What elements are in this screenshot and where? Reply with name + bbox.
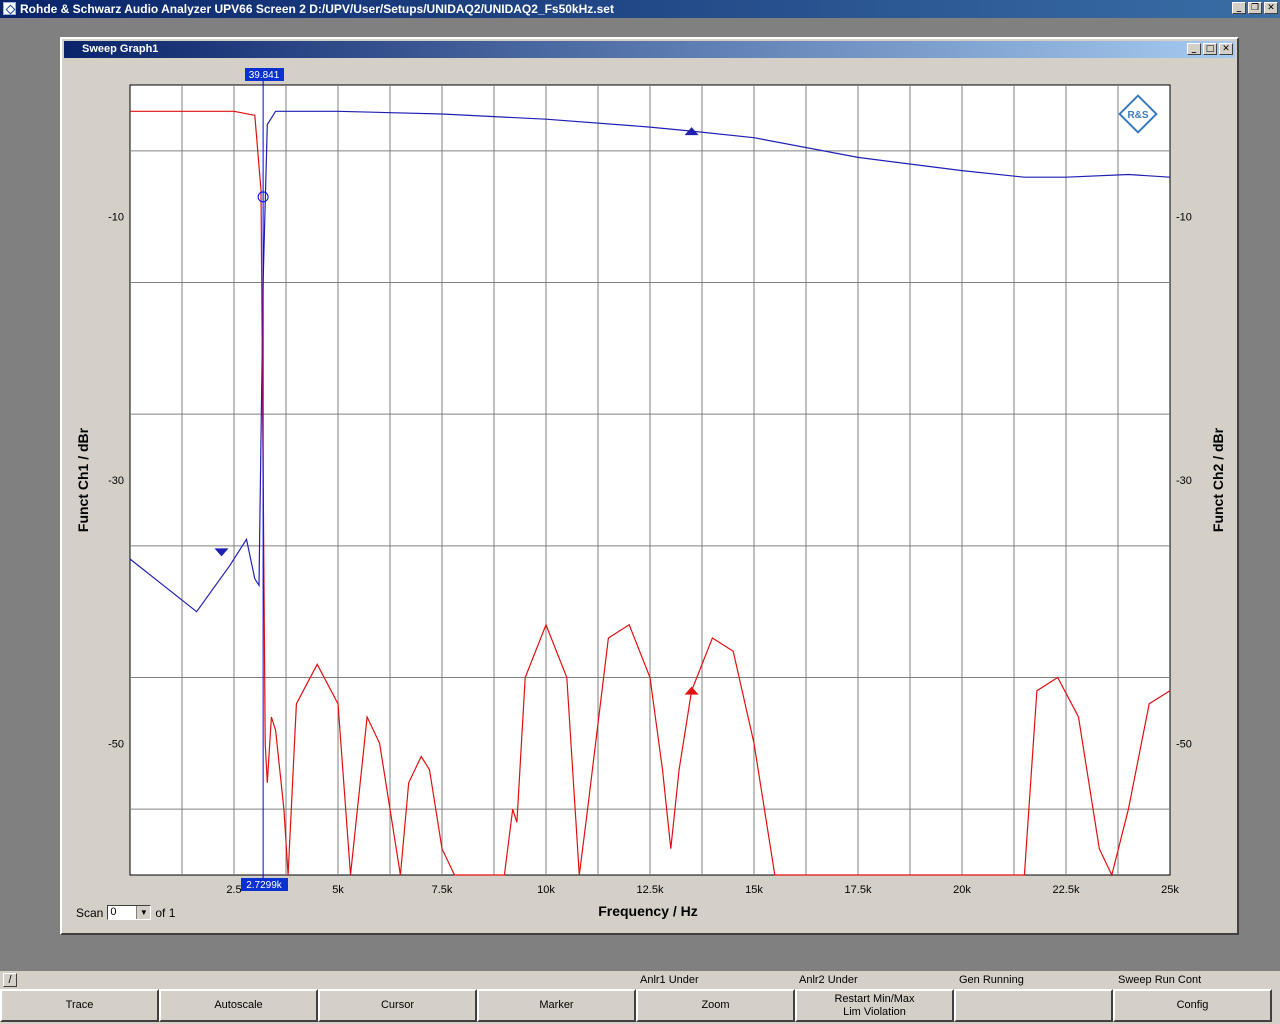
- empty-softkey[interactable]: [954, 989, 1113, 1022]
- x-tick-label: 22.5k: [1053, 884, 1080, 896]
- marker-button[interactable]: Marker: [477, 989, 636, 1022]
- x-axis-ticks: 2.5 5k 7.5k 10k 12.5k 15k 17.5k 20k 22.5k 25k: [226, 884, 1179, 896]
- restart-minmax-button[interactable]: Restart Min/Max Lim Violation: [795, 989, 954, 1022]
- y-tick-label-left: -50: [108, 738, 124, 750]
- x-tick-label: 10k: [537, 884, 555, 896]
- chevron-down-icon[interactable]: ▼: [136, 906, 151, 919]
- y-tick-label-left: -10: [108, 212, 124, 224]
- status-anlr2: Anlr2 Under: [799, 974, 858, 986]
- x-tick-label: 17.5k: [845, 884, 872, 896]
- status-sweep: Sweep Run Cont: [1118, 974, 1202, 986]
- zoom-button[interactable]: Zoom: [636, 989, 795, 1022]
- trace-button[interactable]: Trace: [0, 989, 159, 1022]
- y-tick-label-right: -30: [1176, 475, 1192, 487]
- status-anlr1: Anlr1 Under: [640, 974, 699, 986]
- y-tick-label-right: -50: [1176, 738, 1192, 750]
- scan-value: 0: [110, 906, 117, 918]
- x-tick-label: 7.5k: [432, 884, 453, 896]
- y-tick-label-right: -10: [1176, 212, 1192, 224]
- x-axis-label: Frequency / Hz: [598, 903, 698, 919]
- x-tick-label: 15k: [745, 884, 763, 896]
- y-tick-label-left: -30: [108, 475, 124, 487]
- scan-select[interactable]: 0 ▼: [107, 905, 152, 920]
- x-tick-label: 12.5k: [637, 884, 664, 896]
- y-axis-label-right: Funct Ch2 / dBr: [1210, 427, 1226, 532]
- cursor-button[interactable]: Cursor: [318, 989, 477, 1022]
- config-button[interactable]: Config: [1113, 989, 1272, 1022]
- grid: [130, 85, 1170, 875]
- scan-label: Scan: [76, 905, 104, 920]
- cursor-bottom-readout: 2.7299k: [246, 880, 283, 891]
- status-bar: / Anlr1 Under Anlr2 Under Gen Running Sw…: [0, 971, 1280, 989]
- scan-of-label: of 1: [155, 905, 176, 920]
- scan-row: Scan 0 ▼ of 1: [76, 905, 175, 920]
- cursor-top-readout: 39.841: [249, 70, 280, 81]
- y-axis-label-left: Funct Ch1 / dBr: [75, 427, 91, 532]
- rs-logo-text: R&S: [1127, 110, 1148, 121]
- sweep-graph[interactable]: 2.5 5k 7.5k 10k 12.5k 15k 17.5k 20k 22.5k 25k -10…: [0, 0, 1280, 1024]
- softkey-bar: Trace Autoscale Cursor Marker Zoom Resta…: [0, 989, 1280, 1024]
- x-tick-label: 2.5: [226, 884, 241, 896]
- status-menu-button[interactable]: /: [3, 973, 17, 987]
- x-tick-label: 25k: [1161, 884, 1179, 896]
- x-tick-label: 20k: [953, 884, 971, 896]
- x-tick-label: 5k: [332, 884, 344, 896]
- status-gen: Gen Running: [959, 974, 1024, 986]
- autoscale-button[interactable]: Autoscale: [159, 989, 318, 1022]
